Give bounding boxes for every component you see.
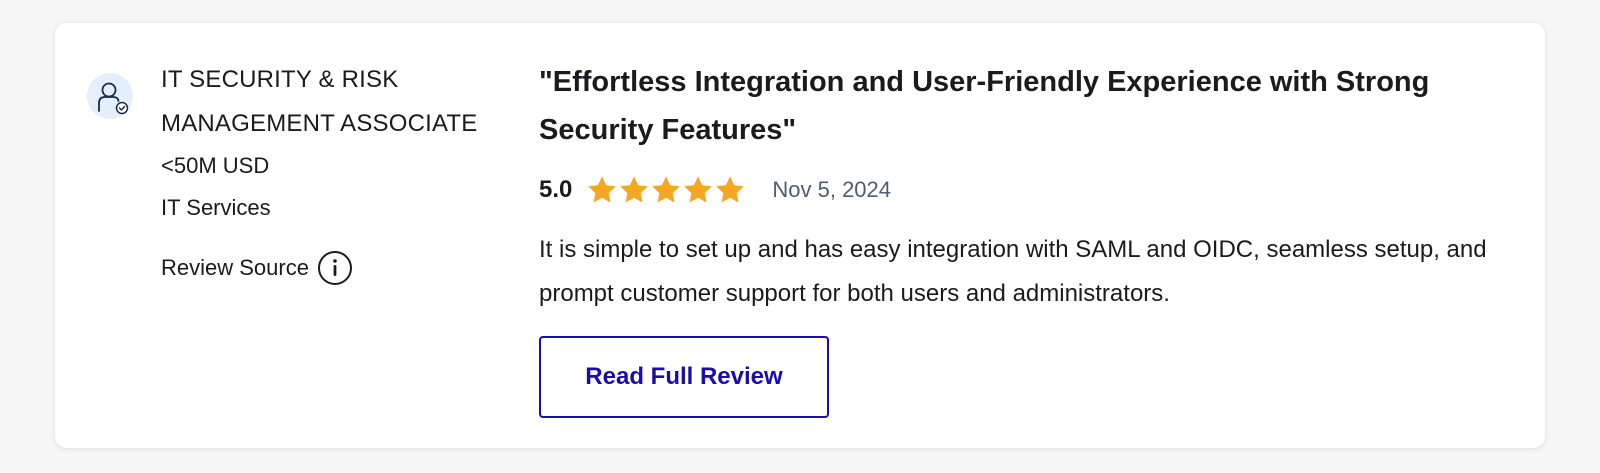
review-card: IT SECURITY & RISK MANAGEMENT ASSOCIATE … [55, 23, 1545, 448]
avatar [87, 73, 133, 119]
star-rating [586, 174, 746, 206]
review-title: "Effortless Integration and User-Friendl… [539, 66, 1430, 146]
review-source: Review Source [161, 250, 521, 286]
star-icon [620, 176, 649, 203]
rating-row: 5.0 Nov 5, 2024 [539, 172, 1509, 208]
user-check-icon [98, 82, 129, 115]
star-icon [684, 176, 713, 203]
info-icon[interactable] [317, 250, 353, 286]
reviewer-role-line1: IT SECURITY & RISK [161, 66, 399, 93]
industry: IT Services [161, 195, 271, 220]
read-full-review-button[interactable]: Read Full Review [539, 336, 829, 418]
star-icon [588, 176, 617, 203]
star-icon [716, 176, 745, 203]
review-source-label: Review Source [161, 255, 309, 280]
rating-value: 5.0 [539, 176, 573, 203]
reviewer-role-line2: MANAGEMENT ASSOCIATE [161, 110, 478, 137]
star-icon [652, 176, 681, 203]
review-date: Nov 5, 2024 [772, 177, 892, 202]
review-body: It is simple to set up and has easy inte… [539, 236, 1487, 307]
company-size: <50M USD [161, 153, 270, 178]
reviewer-info: IT SECURITY & RISK MANAGEMENT ASSOCIATE … [161, 58, 521, 286]
review-content: "Effortless Integration and User-Friendl… [539, 58, 1509, 418]
